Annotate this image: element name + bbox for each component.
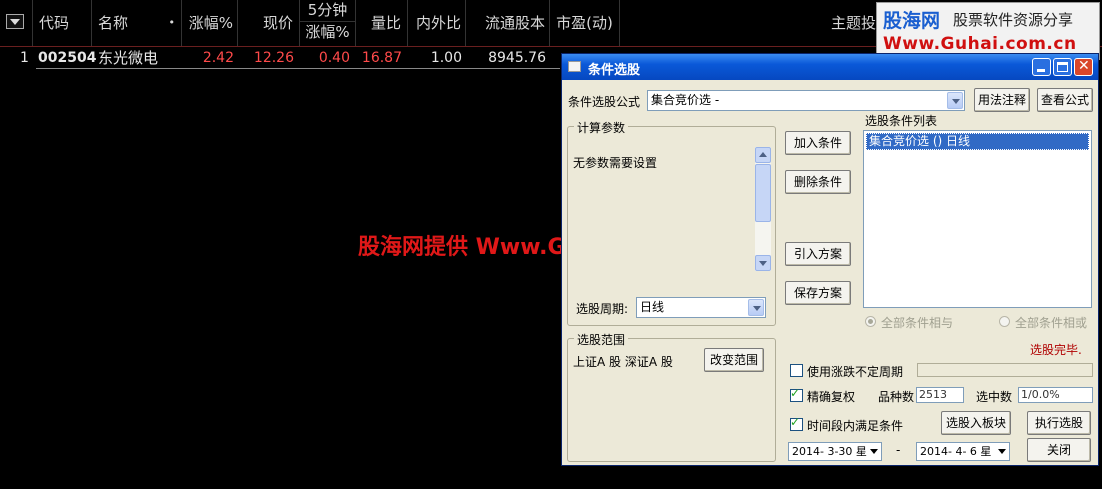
- radio-dot-icon: [868, 319, 873, 324]
- row-name: 东光微电: [98, 49, 159, 67]
- header-five-min-bottom: 涨幅%: [305, 23, 350, 41]
- precise-adjust-checkbox[interactable]: ✓: [790, 386, 803, 402]
- header-code[interactable]: 代码: [32, 0, 92, 46]
- watermark-slogan: 股票软件资源分享: [953, 11, 1074, 29]
- range-text: 上证A 股 深证A 股: [573, 355, 673, 369]
- formula-label: 条件选股公式: [568, 95, 641, 109]
- execute-button[interactable]: 执行选股: [1027, 411, 1091, 435]
- usage-notes-button[interactable]: 用法注释: [974, 88, 1030, 112]
- row-underline: [36, 68, 560, 69]
- row-five-min-change: 0.40: [318, 50, 350, 66]
- date-from-picker[interactable]: 2014- 3-30 星: [788, 442, 882, 461]
- close-button[interactable]: 关闭: [1027, 438, 1091, 462]
- add-condition-button[interactable]: 加入条件: [785, 131, 851, 155]
- row-index: 1: [20, 50, 29, 66]
- watermark-logo: 股海网: [883, 10, 941, 32]
- header-five-min-top: 5分钟: [300, 0, 355, 22]
- params-group: 计算参数 无参数需要设置 选股周期: 日线: [567, 119, 776, 326]
- stock-count-field: 2513: [916, 387, 964, 403]
- delete-condition-button[interactable]: 删除条件: [785, 170, 851, 194]
- sort-dot-icon: •: [168, 16, 176, 29]
- checkmark-icon: ✓: [790, 415, 801, 429]
- period-label: 选股周期:: [576, 302, 629, 316]
- close-icon: ✕: [1078, 58, 1090, 74]
- row-volume-ratio: 16.87: [361, 50, 402, 66]
- save-plan-button[interactable]: 保存方案: [785, 281, 851, 305]
- header-float-shares[interactable]: 流通股本: [466, 0, 550, 46]
- time-range-label: 时间段内满足条件: [807, 419, 904, 433]
- checkmark-icon: ✓: [790, 386, 801, 400]
- date-from-value: 2014- 3-30 星: [792, 445, 867, 458]
- scroll-thumb[interactable]: [755, 164, 771, 222]
- chevron-down-icon: [947, 92, 963, 109]
- chevron-down-icon: [998, 449, 1006, 454]
- row-price: 12.26: [253, 50, 294, 66]
- params-scrollbar[interactable]: [755, 147, 771, 271]
- dialog-title: 条件选股: [588, 63, 641, 78]
- undetermined-period-label: 使用涨跌不定周期: [807, 365, 904, 379]
- radio-and[interactable]: [865, 316, 876, 327]
- condition-list[interactable]: 集合竞价选 () 日线: [863, 130, 1092, 308]
- header-theme[interactable]: 主题投: [620, 0, 876, 46]
- radio-and-label: 全部条件相与: [881, 316, 954, 330]
- header-in-out-ratio[interactable]: 内外比: [408, 0, 466, 46]
- minimize-icon: [1037, 69, 1045, 72]
- maximize-button[interactable]: [1053, 58, 1072, 76]
- stock-count-label: 品种数: [878, 390, 915, 404]
- date-to-picker[interactable]: 2014- 4- 6 星: [916, 442, 1010, 461]
- formula-select[interactable]: 集合竞价选 -: [647, 90, 965, 111]
- row-in-out-ratio: 1.00: [430, 50, 462, 66]
- row-code: 002504: [38, 50, 97, 66]
- import-plan-button[interactable]: 引入方案: [785, 242, 851, 266]
- time-range-checkbox[interactable]: ✓: [790, 415, 803, 431]
- list-item[interactable]: 集合竞价选 () 日线: [866, 133, 1089, 150]
- header-pe[interactable]: 市盈(动): [550, 0, 620, 46]
- chevron-up-icon: [759, 152, 767, 157]
- formula-value: 集合竞价选 -: [651, 93, 720, 107]
- undetermined-period-checkbox[interactable]: [790, 364, 803, 377]
- view-formula-button[interactable]: 查看公式: [1037, 88, 1093, 112]
- chevron-down-icon: [759, 261, 767, 266]
- precise-adjust-label: 精确复权: [807, 390, 856, 404]
- header-name[interactable]: 名称 •: [92, 0, 182, 46]
- selected-field: 1/0.0%: [1018, 387, 1093, 403]
- header-volume-ratio[interactable]: 量比: [356, 0, 408, 46]
- header-five-min[interactable]: 5分钟 涨幅%: [300, 0, 356, 46]
- params-group-title: 计算参数: [574, 119, 629, 136]
- scroll-up-button[interactable]: [755, 147, 771, 163]
- condition-selection-dialog: 条件选股 ✕ 条件选股公式 集合竞价选 - 用法注释 查看公式 计算参数 无参数…: [561, 53, 1099, 466]
- selected-label: 选中数: [976, 390, 1013, 404]
- header-price[interactable]: 现价: [238, 0, 300, 46]
- condition-list-label: 选股条件列表: [865, 114, 938, 128]
- date-to-value: 2014- 4- 6 星: [920, 445, 992, 458]
- scroll-down-button[interactable]: [755, 255, 771, 271]
- dialog-title-bar[interactable]: 条件选股 ✕: [562, 54, 1098, 80]
- chevron-down-icon: [748, 299, 764, 316]
- to-block-button[interactable]: 选股入板块: [941, 411, 1011, 435]
- row-change-pct: 2.42: [202, 50, 234, 66]
- window-icon: [568, 61, 581, 72]
- status-text: 选股完毕.: [1030, 343, 1082, 357]
- watermark-box: 股海网 股票软件资源分享 Www.Guhai.com.cn: [876, 2, 1100, 60]
- range-group-title: 选股范围: [574, 331, 629, 348]
- period-select[interactable]: 日线: [636, 297, 766, 318]
- radio-or-label: 全部条件相或: [1015, 316, 1088, 330]
- date-separator: -: [896, 443, 901, 457]
- watermark-url: Www.Guhai.com.cn: [883, 34, 1077, 54]
- header-change-pct[interactable]: 涨幅%: [182, 0, 238, 46]
- row-float-shares: 8945.76: [488, 50, 546, 66]
- header-name-label: 名称: [98, 14, 129, 32]
- chevron-down-icon: [870, 449, 878, 454]
- grid-menu-button[interactable]: [6, 14, 24, 29]
- minimize-button[interactable]: [1032, 58, 1051, 76]
- change-range-button[interactable]: 改变范围: [704, 348, 764, 372]
- period-value: 日线: [640, 300, 665, 314]
- params-text: 无参数需要设置: [573, 156, 658, 170]
- dropdown-arrow-icon: [10, 19, 20, 25]
- range-group: 选股范围 上证A 股 深证A 股 改变范围: [567, 331, 776, 462]
- maximize-icon: [1057, 62, 1068, 72]
- progress-bar: [917, 363, 1093, 377]
- radio-or[interactable]: [999, 316, 1010, 327]
- close-window-button[interactable]: ✕: [1074, 58, 1093, 76]
